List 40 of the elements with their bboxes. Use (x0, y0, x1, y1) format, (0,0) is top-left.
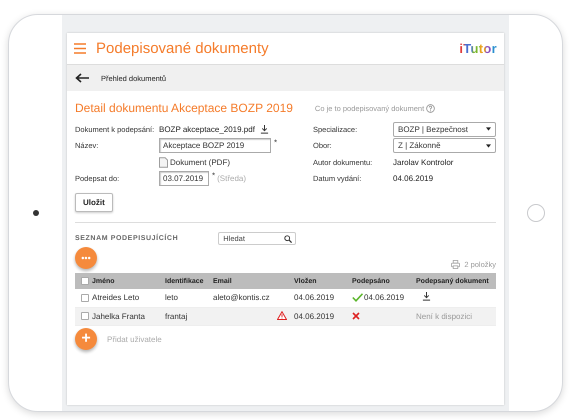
table-cell: Není k dispozici (416, 312, 472, 321)
caret-icon (486, 127, 491, 132)
dropdown[interactable]: BOZP | Bezpečnost (393, 122, 496, 137)
search-icon (284, 234, 292, 242)
file-name: BOZP akceptace_2019.pdf (159, 124, 255, 134)
pdf-attachment-link[interactable]: Dokument (PDF) (159, 156, 230, 168)
printer-icon (451, 260, 460, 269)
table-cell-text: 04.06.2019 (294, 293, 336, 302)
save-button[interactable]: Uložit (75, 193, 113, 212)
required-mark: * (212, 170, 216, 180)
table-cell-text: aleto@kontis.cz (213, 293, 271, 302)
page-title: Podepisované dokumenty (96, 40, 270, 57)
menu-icon[interactable] (74, 43, 86, 54)
question-icon (426, 104, 436, 112)
file-icon (159, 156, 168, 168)
table-cell-text: Atreides Leto (92, 293, 140, 302)
required-mark: * (274, 138, 278, 146)
table-cell-text: frantaj (165, 312, 188, 321)
row-checkbox[interactable] (81, 312, 89, 320)
table-cell-text: Jahelka Franta (92, 312, 146, 321)
row-checkbox[interactable] (81, 294, 89, 302)
logo: iTutor (459, 41, 497, 56)
document-title: Detail dokumentu Akceptace BOZP 2019 (75, 101, 293, 115)
back-arrow-icon[interactable] (75, 73, 89, 83)
input-field[interactable]: Akceptace BOZP 2019 (159, 138, 271, 154)
select-all-checkbox[interactable] (81, 277, 89, 285)
caret-icon (486, 144, 491, 148)
field-value: 04.06.2019 (393, 174, 434, 184)
field-value: Jarolav Kontrolor (393, 158, 454, 167)
table-cell-text: leto (165, 293, 179, 302)
add-user-label: Přidat uživatele (107, 334, 162, 344)
table-cell-text: 04.06.2019 (294, 312, 336, 321)
download-icon[interactable] (422, 292, 431, 302)
dropdown[interactable]: Z | Zákonně (393, 138, 496, 154)
table-cell: 04.06.2019 (364, 293, 404, 302)
download-icon[interactable] (260, 124, 269, 134)
date-field[interactable]: 03.07.2019 (159, 171, 209, 186)
camera-dot (32, 210, 38, 216)
home-button[interactable] (526, 204, 544, 222)
weekday-note: (Středa) (217, 174, 246, 184)
